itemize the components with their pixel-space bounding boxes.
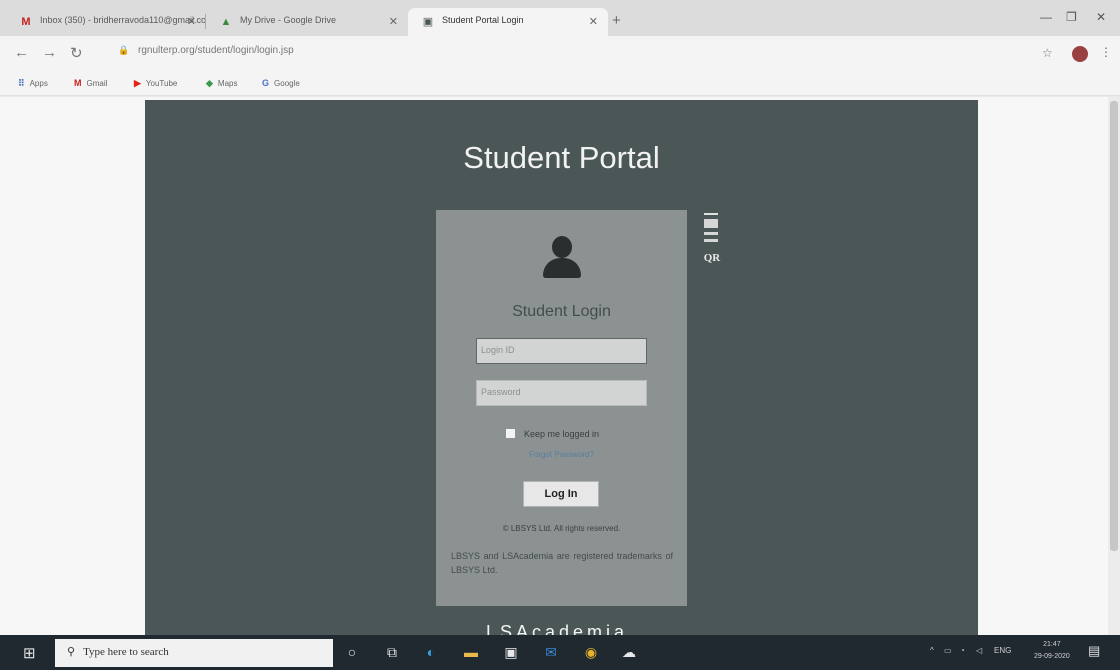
browser-toolbar: ← → ↻ 🔒 rgnulterp.org/student/login/logi… — [0, 36, 1120, 72]
lock-icon: 🔒 — [118, 45, 130, 55]
back-icon[interactable]: ← — [14, 44, 29, 61]
trademark-text: LBSYS and LSAcademia are registered trad… — [451, 551, 673, 575]
close-icon[interactable]: ✕ — [589, 15, 598, 28]
google-icon: G — [262, 78, 270, 88]
bookmark-label: YouTube — [145, 79, 178, 88]
tab-student-portal[interactable]: ▣ Student Portal Login ✕ — [408, 8, 608, 36]
apps-grid-icon: ⠿ — [18, 78, 25, 88]
windows-start-icon[interactable]: ⊞ — [23, 644, 36, 662]
battery-icon[interactable]: ▭ — [944, 646, 952, 655]
store-icon[interactable]: ▣ — [502, 644, 520, 660]
tab-drive[interactable]: ▲ My Drive - Google Drive ✕ — [206, 8, 408, 36]
menu-icon[interactable]: ⋮ — [1100, 45, 1112, 59]
forward-icon[interactable]: → — [42, 44, 57, 61]
bookmark-apps[interactable]: ⠿ Apps — [18, 78, 48, 89]
page-title: Student Portal — [463, 140, 660, 175]
tray-chevron-icon[interactable]: ^ — [930, 646, 934, 655]
bookmarks-bar: ⠿ Apps M Gmail ▶ YouTube ◆ Maps G Google — [0, 72, 1120, 96]
mail-icon[interactable]: ✉ — [542, 644, 560, 660]
drive-icon: ▲ — [220, 16, 232, 28]
youtube-icon: ▶ — [134, 78, 141, 88]
taskbar: ⊞ ⚲ Type here to search ○ ⧉ ◐ ▬ ▣ ✉ ◉ ☁ ^… — [0, 635, 1120, 670]
language-indicator[interactable]: ENG — [994, 646, 1011, 655]
cloud-upload-icon[interactable]: ☁ — [620, 644, 638, 660]
close-icon[interactable]: ✕ — [187, 15, 196, 28]
gmail-icon: M — [74, 78, 82, 88]
gmail-icon: M — [21, 16, 31, 28]
new-tab-button[interactable]: + — [612, 12, 621, 29]
bookmark-label: Gmail — [86, 79, 108, 88]
clock-date: 29-09-2020 — [1034, 653, 1070, 660]
bookmark-google[interactable]: G Google — [262, 78, 300, 88]
task-view-icon[interactable]: ⧉ — [383, 644, 401, 660]
remember-checkbox[interactable] — [506, 429, 515, 438]
login-button[interactable]: Log In — [523, 481, 599, 507]
tab-title: My Drive - Google Drive — [240, 15, 337, 25]
tab-title: Inbox (350) - bridherravoda110@gmail.com — [40, 15, 206, 25]
tab-strip: M Inbox (350) - bridherravoda110@gmail.c… — [0, 0, 1120, 36]
remember-label: Keep me logged in — [524, 429, 600, 439]
clock[interactable]: 21:47 29-09-2020 — [1034, 639, 1070, 663]
search-placeholder: Type here to search — [83, 646, 169, 658]
bookmark-star-icon[interactable]: ☆ — [1042, 46, 1053, 60]
clock-time: 21:47 — [1043, 641, 1061, 648]
login-heading: Student Login — [512, 303, 611, 320]
wifi-icon[interactable]: ◔ — [960, 646, 965, 655]
bookmark-gmail[interactable]: M Gmail — [74, 78, 107, 88]
login-id-input[interactable]: Login ID — [476, 338, 647, 364]
page-viewport: Student Portal Student Login Login ID Pa… — [0, 97, 1120, 642]
qr-code-icon — [704, 213, 718, 249]
page-icon: ▣ — [422, 16, 434, 28]
minimize-icon[interactable]: — — [1040, 10, 1052, 24]
reload-icon[interactable]: ↻ — [70, 44, 83, 62]
user-icon — [543, 236, 581, 280]
file-explorer-icon[interactable]: ▬ — [462, 644, 480, 660]
password-input[interactable]: Password — [476, 380, 647, 406]
tab-gmail[interactable]: M Inbox (350) - bridherravoda110@gmail.c… — [6, 8, 206, 36]
copyright-text: © LBSYS Ltd. All rights reserved. — [502, 524, 621, 533]
qr-button[interactable]: QR — [699, 213, 725, 267]
forgot-password-link[interactable]: Forgot Password? — [436, 450, 687, 459]
qr-label: QR — [703, 252, 721, 264]
cortana-icon[interactable]: ○ — [343, 644, 361, 660]
avatar[interactable] — [1072, 46, 1088, 62]
close-icon[interactable]: ✕ — [389, 15, 398, 28]
chrome-icon[interactable]: ◉ — [582, 644, 600, 660]
notification-icon[interactable]: ▤ — [1088, 643, 1100, 659]
scrollbar[interactable] — [1108, 97, 1120, 635]
edge-icon[interactable]: ◐ — [422, 644, 440, 660]
volume-icon[interactable]: ◁ — [976, 646, 982, 655]
bookmark-label: Apps — [29, 79, 48, 88]
portal-background: Student Portal Student Login Login ID Pa… — [145, 100, 978, 642]
bookmark-label: Maps — [217, 79, 238, 88]
bookmark-label: Google — [274, 79, 300, 88]
login-card: Student Login Login ID Password Keep me … — [436, 210, 687, 606]
taskbar-search[interactable]: ⚲ Type here to search — [55, 639, 333, 667]
close-window-icon[interactable]: ✕ — [1096, 10, 1106, 24]
remember-me[interactable]: Keep me logged in — [506, 429, 599, 439]
url-text: rgnulterp.org/student/login/login.jsp — [138, 45, 294, 56]
search-icon: ⚲ — [67, 646, 76, 658]
bookmark-maps[interactable]: ◆ Maps — [206, 78, 237, 89]
address-bar[interactable]: 🔒 rgnulterp.org/student/login/login.jsp — [118, 45, 294, 56]
maps-icon: ◆ — [206, 78, 213, 88]
bookmark-youtube[interactable]: ▶ YouTube — [134, 78, 177, 89]
restore-icon[interactable]: ❐ — [1066, 10, 1077, 24]
tab-title: Student Portal Login — [442, 15, 524, 25]
